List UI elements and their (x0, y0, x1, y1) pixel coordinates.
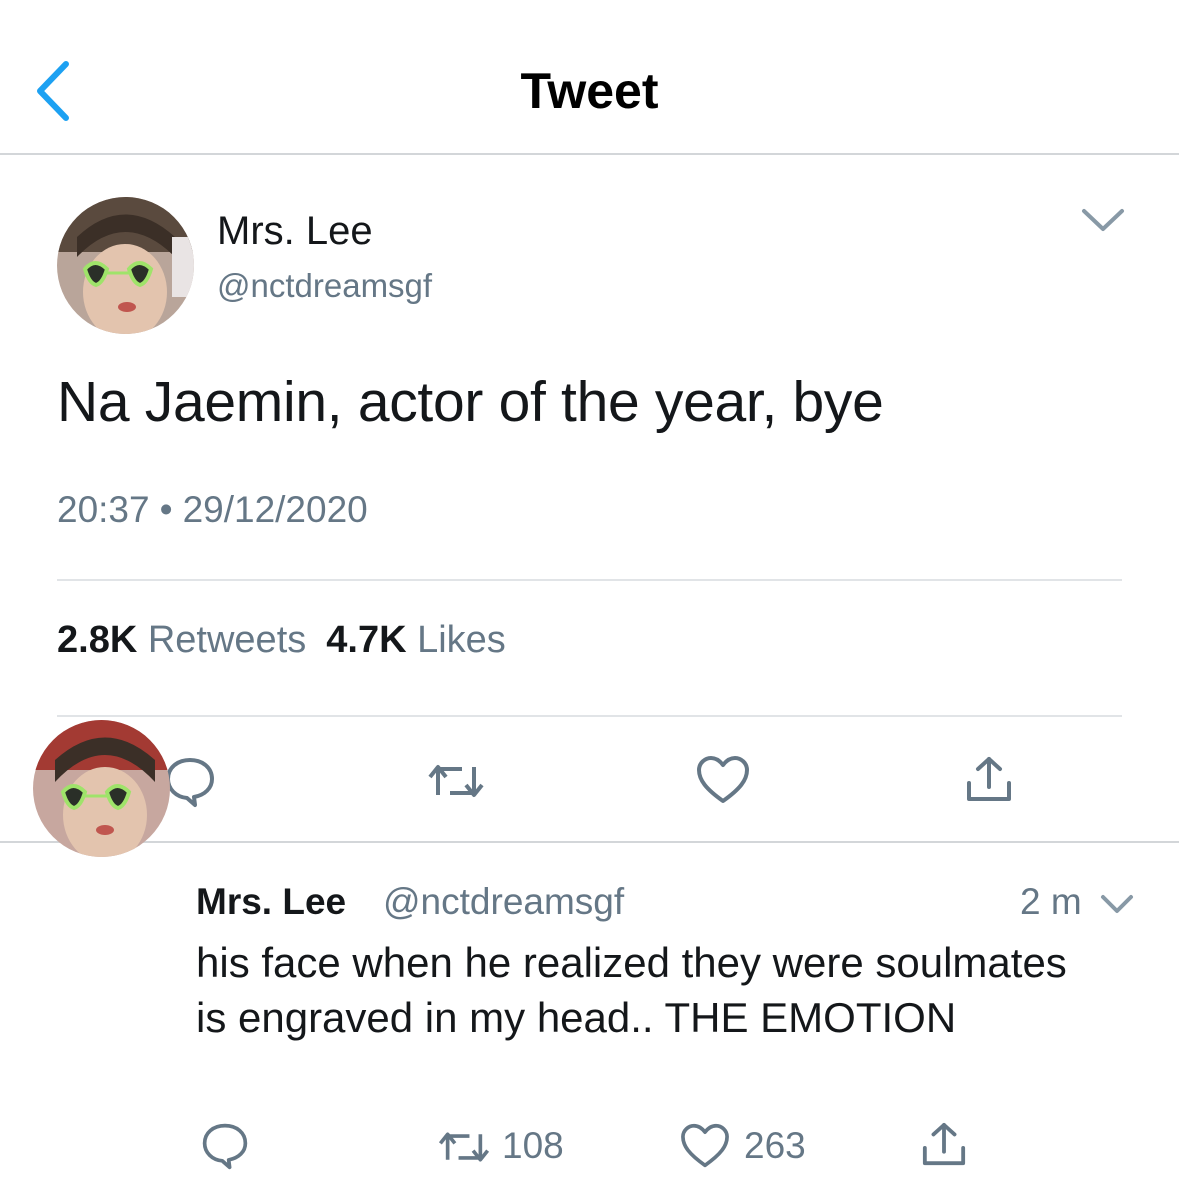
reply-retweet-button[interactable] (438, 1127, 490, 1167)
tweet-date: 29/12/2020 (182, 489, 368, 530)
engagement-stats: 2.8K Retweets 4.7K Likes (57, 619, 506, 662)
reply-text: his face when he realized they were soul… (196, 939, 1067, 1041)
tweet-time: 20:37 (57, 489, 150, 530)
separator-dot: • (159, 489, 173, 530)
retweets-stat[interactable]: 2.8K Retweets (57, 619, 306, 661)
reply-retweets-count: 108 (502, 1125, 564, 1166)
retweets-count: 2.8K (57, 619, 138, 661)
retweet-button[interactable] (428, 759, 484, 803)
likes-stat[interactable]: 4.7K Likes (326, 619, 506, 661)
reply-bubble-icon (202, 1123, 248, 1170)
reply-share-button[interactable] (921, 1121, 967, 1169)
user-handle[interactable]: @nctdreamsgf (217, 267, 432, 305)
reply-like-button[interactable] (680, 1123, 730, 1169)
retweet-icon (428, 765, 484, 797)
share-button[interactable] (965, 755, 1013, 805)
retweet-icon (438, 1132, 490, 1162)
likes-label: Likes (417, 619, 506, 661)
chevron-down-icon (1101, 895, 1133, 913)
reply-likes-count: 263 (744, 1125, 806, 1166)
display-name[interactable]: Mrs. Lee (217, 209, 373, 254)
chevron-down-icon (1082, 209, 1124, 231)
reply-more-options-button[interactable] (1098, 891, 1136, 917)
reply-tweet[interactable]: Mrs. Lee @nctdreamsgf 2 m his face when … (0, 845, 1179, 1200)
reply-reply-button[interactable] (200, 1121, 250, 1171)
reply-user-handle[interactable]: @nctdreamsgf (383, 881, 624, 923)
divider (57, 579, 1122, 581)
tweet-text: Na Jaemin, actor of the year, bye (57, 370, 884, 434)
reply-button[interactable] (163, 755, 217, 809)
reply-time-ago: 2 m (1020, 881, 1082, 922)
likes-count: 4.7K (326, 619, 407, 661)
reply-avatar[interactable] (33, 720, 170, 857)
reply-display-name[interactable]: Mrs. Lee (196, 881, 346, 923)
tweet-timestamp: 20:37 • 29/12/2020 (57, 489, 368, 531)
reply-bubble-icon (166, 758, 214, 807)
main-tweet: Mrs. Lee @nctdreamsgf Na Jaemin, actor o… (0, 157, 1179, 843)
more-options-button[interactable] (1078, 203, 1128, 237)
page-title: Tweet (520, 63, 659, 119)
share-icon (922, 1122, 966, 1166)
nav-header: Tweet (0, 0, 1179, 155)
heart-icon (681, 1123, 729, 1168)
share-icon (967, 757, 1011, 801)
retweets-label: Retweets (147, 619, 307, 661)
heart-icon (697, 756, 749, 803)
divider (57, 715, 1122, 717)
like-button[interactable] (696, 755, 750, 805)
avatar[interactable] (57, 197, 194, 334)
